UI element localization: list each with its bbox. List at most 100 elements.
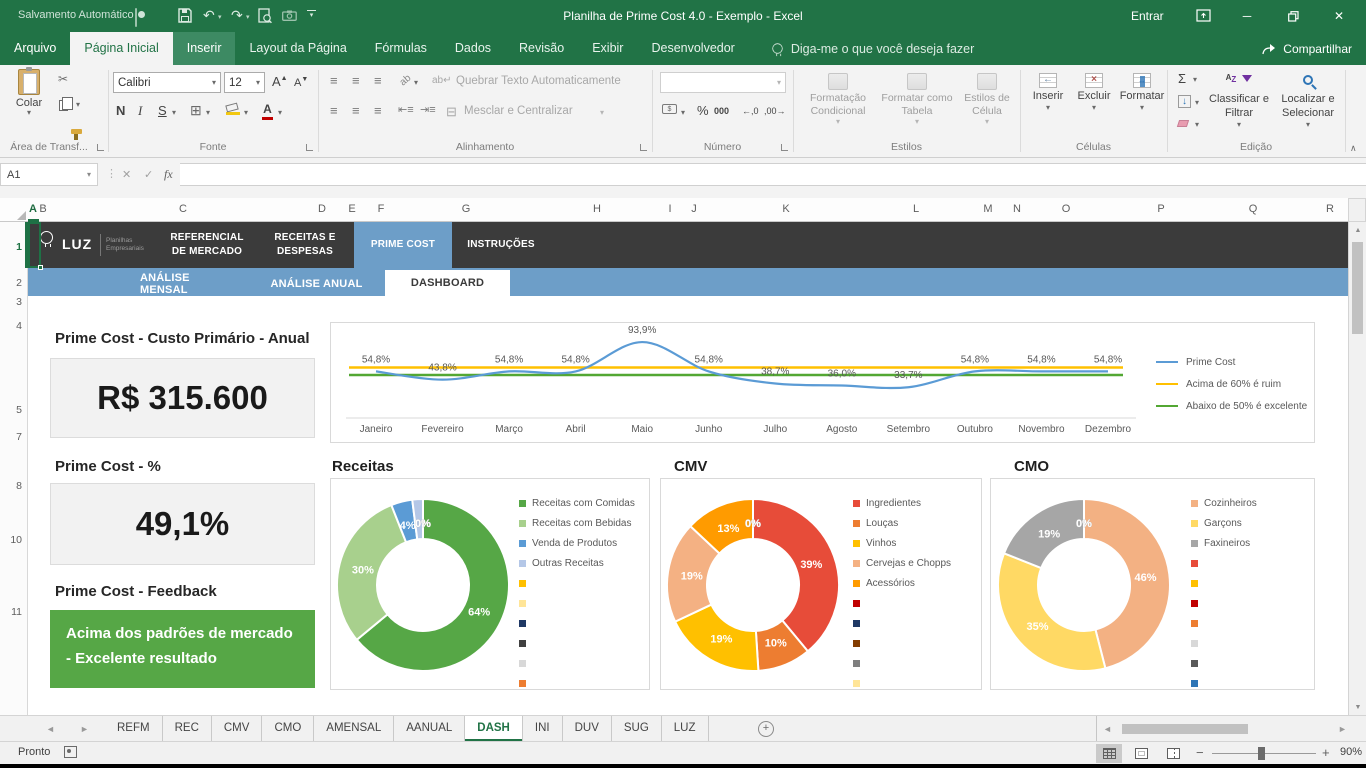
column-header-j[interactable]: J — [682, 203, 706, 215]
page-layout-view-button[interactable] — [1128, 744, 1154, 763]
clear-dropdown-icon[interactable]: ▾ — [1195, 121, 1199, 129]
workbook-tab-prime-cost[interactable]: PRIME COST — [354, 222, 452, 268]
redo-dropdown-icon[interactable]: ▾ — [246, 14, 250, 21]
column-header-h[interactable]: H — [585, 203, 609, 215]
line-chart-panel[interactable]: 54,8%43,8%54,8%54,8%93,9%54,8%38,7%36,0%… — [330, 322, 1315, 443]
print-preview-icon[interactable] — [258, 8, 272, 24]
align-center-icon[interactable]: ≡ — [352, 103, 360, 118]
wrap-text-button[interactable]: Quebrar Texto Automaticamente — [456, 75, 621, 87]
row-header-11[interactable]: 11 — [0, 606, 22, 618]
normal-view-button[interactable] — [1096, 744, 1122, 763]
ribbon-tab-exibir[interactable]: Exibir — [578, 32, 637, 65]
border-dropdown-icon[interactable]: ▾ — [206, 109, 210, 117]
hscroll-left-icon[interactable]: ◄ — [1103, 716, 1112, 742]
save-icon[interactable] — [178, 8, 192, 23]
increase-font-icon[interactable]: A▲ — [272, 74, 288, 89]
font-name-select[interactable]: Calibri ▾ — [113, 72, 221, 93]
row-header-5[interactable]: 5 — [0, 404, 22, 416]
sheet-tab-cmo[interactable]: CMO — [262, 716, 314, 741]
column-header-d[interactable]: D — [310, 203, 334, 215]
insert-cells-button[interactable]: ← Inserir ▾ — [1026, 73, 1070, 112]
subtab-analise-anual[interactable]: ANÁLISE ANUAL — [264, 272, 369, 296]
column-header-f[interactable]: F — [369, 203, 393, 215]
close-button[interactable]: ✕ — [1322, 0, 1356, 32]
sheet-tab-sug[interactable]: SUG — [612, 716, 662, 741]
column-header-n[interactable]: N — [1005, 203, 1029, 215]
decrease-decimal-icon[interactable]: ,00→ — [764, 106, 786, 116]
ribbon-tab-dados[interactable]: Dados — [441, 32, 505, 65]
delete-cells-button[interactable]: × Excluir ▾ — [1072, 73, 1116, 112]
clear-icon[interactable] — [1177, 120, 1189, 127]
copy-icon[interactable] — [59, 100, 68, 111]
column-header-k[interactable]: K — [774, 203, 798, 215]
add-sheet-icon[interactable]: + — [758, 721, 774, 737]
signin-button[interactable]: Entrar — [1131, 9, 1164, 23]
increase-indent-icon[interactable]: ⇥≡ — [420, 103, 436, 116]
align-right-icon[interactable]: ≡ — [374, 103, 382, 118]
zoom-in-icon[interactable]: + — [1322, 745, 1330, 760]
horizontal-scroll-thumb[interactable] — [1122, 724, 1248, 734]
fill-handle[interactable] — [38, 265, 43, 270]
column-header-i[interactable]: I — [658, 203, 682, 215]
workbook-tab-receitas-e-despesas[interactable]: RECEITAS EDESPESAS — [256, 222, 354, 268]
undo-icon[interactable]: ↶ — [203, 8, 215, 22]
sheet-tab-refm[interactable]: REFM — [105, 716, 163, 741]
ribbon-tab-desenvolvedor[interactable]: Desenvolvedor — [637, 32, 748, 65]
sheet-nav-left-icon[interactable]: ◄ — [46, 716, 55, 742]
scroll-up-icon[interactable]: ▲ — [1349, 222, 1366, 238]
fill-color-icon[interactable] — [226, 104, 240, 115]
ribbon-tab-layout-da-pagina[interactable]: Layout da Página — [235, 32, 360, 65]
row-header-7[interactable]: 7 — [0, 431, 22, 443]
sheet-tab-ini[interactable]: INI — [523, 716, 563, 741]
sort-filter-button[interactable]: AZ Classificar e Filtrar ▾ — [1208, 73, 1270, 129]
share-button[interactable]: Compartilhar — [1262, 32, 1352, 65]
conditional-formatting-button[interactable]: Formatação Condicional ▾ — [800, 73, 876, 126]
cut-icon[interactable]: ✂ — [58, 73, 68, 85]
ribbon-tab-arquivo[interactable]: Arquivo — [0, 32, 70, 65]
ribbon-tab-inserir[interactable]: Inserir — [173, 32, 236, 65]
sheet-tab-amensal[interactable]: AMENSAL — [314, 716, 394, 741]
enter-icon[interactable]: ✓ — [144, 168, 153, 181]
fill-icon[interactable]: ↓ — [1178, 95, 1191, 108]
copy-dropdown-icon[interactable]: ▾ — [76, 101, 80, 109]
align-top-icon[interactable]: ≡ — [330, 73, 338, 88]
format-painter-icon[interactable] — [71, 129, 82, 134]
ribbon-tab-revisao[interactable]: Revisão — [505, 32, 578, 65]
font-size-select[interactable]: 12 ▾ — [224, 72, 265, 93]
column-header-o[interactable]: O — [1054, 203, 1078, 215]
column-header-q[interactable]: Q — [1241, 203, 1265, 215]
subtab-dashboard[interactable]: DASHBOARD — [385, 270, 510, 296]
italic-button[interactable]: I — [138, 103, 142, 119]
align-middle-icon[interactable]: ≡ — [352, 73, 360, 88]
font-color-dropdown-icon[interactable]: ▾ — [278, 109, 282, 117]
font-dialog-launcher[interactable] — [306, 144, 313, 151]
ribbon-tab-formulas[interactable]: Fórmulas — [361, 32, 441, 65]
number-format-select[interactable]: ▾ — [660, 72, 786, 93]
sheet-tab-duv[interactable]: DUV — [563, 716, 612, 741]
cmo-chart-panel[interactable]: 46%35%19%0%CozinheirosGarçonsFaxineiros — [990, 478, 1315, 690]
receitas-chart-panel[interactable]: 64%30%4%0%Receitas com ComidasReceitas c… — [330, 478, 650, 690]
decrease-indent-icon[interactable]: ⇤≡ — [398, 103, 414, 116]
sheet-nav-right-icon[interactable]: ► — [80, 716, 89, 742]
undo-dropdown-icon[interactable]: ▾ — [218, 14, 222, 21]
row-header-8[interactable]: 8 — [0, 480, 22, 492]
sheet-tab-cmv[interactable]: CMV — [212, 716, 263, 741]
number-dialog-launcher[interactable] — [781, 144, 788, 151]
hscroll-right-icon[interactable]: ► — [1338, 716, 1347, 742]
align-bottom-icon[interactable]: ≡ — [374, 73, 382, 88]
bold-button[interactable]: N — [116, 103, 125, 118]
column-header-g[interactable]: G — [454, 203, 478, 215]
autosum-dropdown-icon[interactable]: ▾ — [1193, 76, 1197, 84]
sheet-tab-aanual[interactable]: AANUAL — [394, 716, 465, 741]
align-left-icon[interactable]: ≡ — [330, 103, 338, 118]
fx-icon[interactable]: fx — [164, 167, 173, 182]
underline-dropdown-icon[interactable]: ▾ — [172, 109, 176, 117]
column-header-r[interactable]: R — [1318, 203, 1342, 215]
format-cells-button[interactable]: ↔ Formatar ▾ — [1118, 73, 1166, 112]
merge-center-button[interactable]: Mesclar e Centralizar — [464, 105, 573, 117]
name-box[interactable]: A1 ▾ — [0, 163, 98, 186]
ribbon-tab-pagina-inicial[interactable]: Página Inicial — [70, 32, 172, 65]
column-header-c[interactable]: C — [171, 203, 195, 215]
zoom-level[interactable]: 90% — [1340, 746, 1362, 758]
alignment-dialog-launcher[interactable] — [640, 144, 647, 151]
